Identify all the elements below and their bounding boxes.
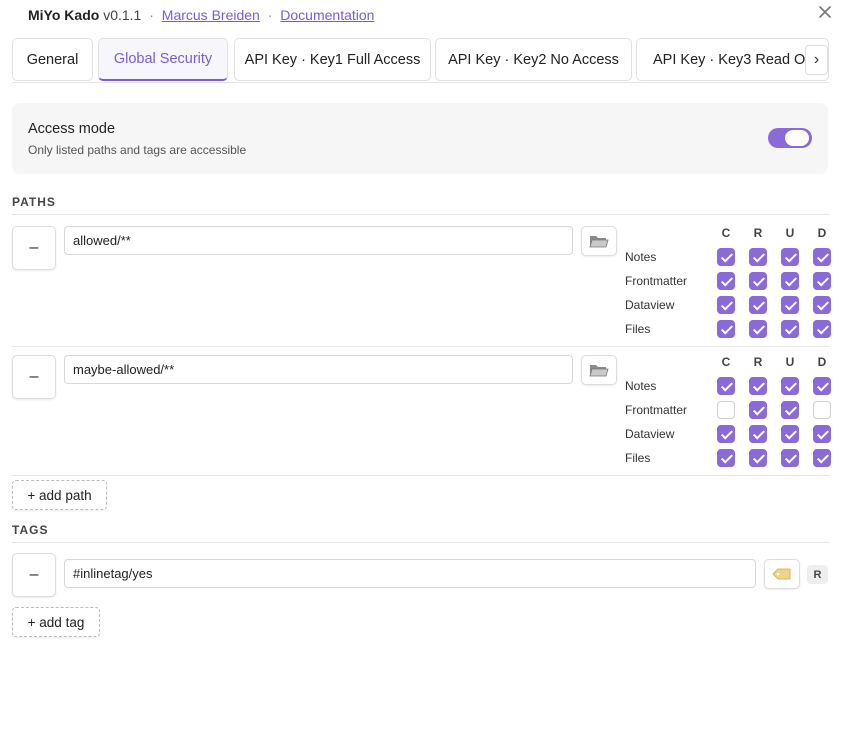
permission-checkbox[interactable]	[749, 377, 767, 395]
permission-checkbox[interactable]	[781, 425, 799, 443]
documentation-link[interactable]: Documentation	[280, 7, 374, 23]
tag-row: –	[12, 553, 829, 597]
permission-checkbox[interactable]	[781, 272, 799, 290]
permission-header: R	[753, 226, 763, 240]
tab-label: API Key · Key3 Read On	[653, 51, 814, 68]
app-version: v0.1.1	[103, 7, 142, 23]
permission-checkbox[interactable]	[813, 401, 831, 419]
permission-checkbox[interactable]	[813, 296, 831, 314]
permission-header: C	[721, 226, 731, 240]
tab-key3-read-only[interactable]: API Key · Key3 Read On	[636, 38, 829, 81]
permission-checkbox[interactable]	[813, 425, 831, 443]
permission-checkbox[interactable]	[717, 320, 735, 338]
permission-checkbox[interactable]	[781, 449, 799, 467]
permission-checkbox[interactable]	[717, 449, 735, 467]
tab-general[interactable]: General	[12, 38, 93, 81]
access-mode-panel: Access mode Only listed paths and tags a…	[12, 103, 828, 174]
permission-checkbox[interactable]	[813, 377, 831, 395]
permission-checkbox[interactable]	[781, 296, 799, 314]
paths-section-title: PATHS	[12, 195, 829, 215]
permission-checkbox[interactable]	[781, 401, 799, 419]
permission-checkbox[interactable]	[781, 320, 799, 338]
permission-checkbox[interactable]	[717, 401, 735, 419]
tab-label: Global Security	[113, 51, 213, 67]
add-tag-button[interactable]: + add tag	[12, 607, 100, 637]
permission-checkbox[interactable]	[813, 320, 831, 338]
tab-global-security[interactable]: Global Security	[98, 38, 228, 81]
access-mode-title: Access mode	[28, 121, 116, 137]
permission-grid: C R U D Notes Frontmatter Dataview Files	[625, 226, 831, 338]
tags-section-title: TAGS	[12, 523, 829, 543]
permission-header: D	[817, 355, 827, 369]
permission-row-label: Dataview	[625, 298, 675, 312]
tag-permission-badge: R	[807, 565, 828, 584]
remove-tag-button[interactable]: –	[12, 553, 56, 597]
permission-checkbox[interactable]	[749, 449, 767, 467]
permission-header: C	[721, 355, 731, 369]
app-name: MiYo Kado	[28, 7, 100, 23]
path-input[interactable]	[64, 355, 573, 384]
folder-icon[interactable]	[581, 355, 617, 385]
permission-row-label: Notes	[625, 250, 657, 264]
remove-path-button[interactable]: –	[12, 226, 56, 270]
chevron-right-icon: ›	[813, 51, 820, 68]
path-input[interactable]	[64, 226, 573, 255]
separator: ·	[267, 7, 273, 23]
access-mode-toggle[interactable]	[768, 128, 812, 148]
tab-scroll-right-button[interactable]: ›	[805, 45, 828, 75]
permission-checkbox[interactable]	[717, 377, 735, 395]
add-path-button[interactable]: + add path	[12, 480, 107, 510]
permission-row-label: Dataview	[625, 427, 675, 441]
remove-path-button[interactable]: –	[12, 355, 56, 399]
author-link[interactable]: Marcus Breiden	[162, 7, 260, 23]
permission-checkbox[interactable]	[813, 272, 831, 290]
separator: ·	[149, 7, 154, 23]
permission-checkbox[interactable]	[813, 449, 831, 467]
permission-header: R	[753, 355, 763, 369]
permission-checkbox[interactable]	[717, 296, 735, 314]
permission-checkbox[interactable]	[749, 425, 767, 443]
permission-checkbox[interactable]	[781, 377, 799, 395]
permission-row-label: Files	[625, 451, 651, 465]
permission-header: U	[785, 355, 795, 369]
tag-icon[interactable]	[764, 559, 800, 589]
tab-label: API Key · Key2 No Access	[448, 51, 619, 68]
permission-checkbox[interactable]	[717, 248, 735, 266]
permission-row-label: Files	[625, 322, 651, 336]
permission-row-label: Notes	[625, 379, 657, 393]
tab-label: General	[26, 51, 79, 68]
tab-bar: General Global Security API Key · Key1 F…	[12, 38, 829, 83]
permission-header: D	[817, 226, 827, 240]
close-icon[interactable]	[816, 3, 834, 23]
permission-checkbox[interactable]	[781, 248, 799, 266]
permission-header: U	[785, 226, 795, 240]
permission-checkbox[interactable]	[717, 425, 735, 443]
plugin-header: MiYo Kado v0.1.1 · Marcus Breiden · Docu…	[28, 7, 374, 23]
permission-checkbox[interactable]	[749, 248, 767, 266]
permission-checkbox[interactable]	[749, 401, 767, 419]
tab-label: API Key · Key1 Full Access	[244, 51, 421, 68]
permission-checkbox[interactable]	[749, 272, 767, 290]
tab-key1-full-access[interactable]: API Key · Key1 Full Access	[234, 38, 431, 81]
permission-checkbox[interactable]	[813, 248, 831, 266]
path-row: – C R U D Notes Frontmatter Dataview Files	[12, 355, 831, 476]
access-mode-description: Only listed paths and tags are accessibl…	[28, 143, 247, 157]
path-row: – C R U D Notes Frontmatter Dataview Files	[12, 226, 831, 347]
tab-key2-no-access[interactable]: API Key · Key2 No Access	[435, 38, 632, 81]
tag-input[interactable]	[64, 559, 756, 588]
permission-row-label: Frontmatter	[625, 403, 688, 417]
toggle-knob	[785, 130, 809, 146]
permission-checkbox[interactable]	[749, 296, 767, 314]
permission-checkbox[interactable]	[717, 272, 735, 290]
folder-icon[interactable]	[581, 226, 617, 256]
permission-checkbox[interactable]	[749, 320, 767, 338]
permission-row-label: Frontmatter	[625, 274, 688, 288]
permission-grid: C R U D Notes Frontmatter Dataview Files	[625, 355, 831, 467]
